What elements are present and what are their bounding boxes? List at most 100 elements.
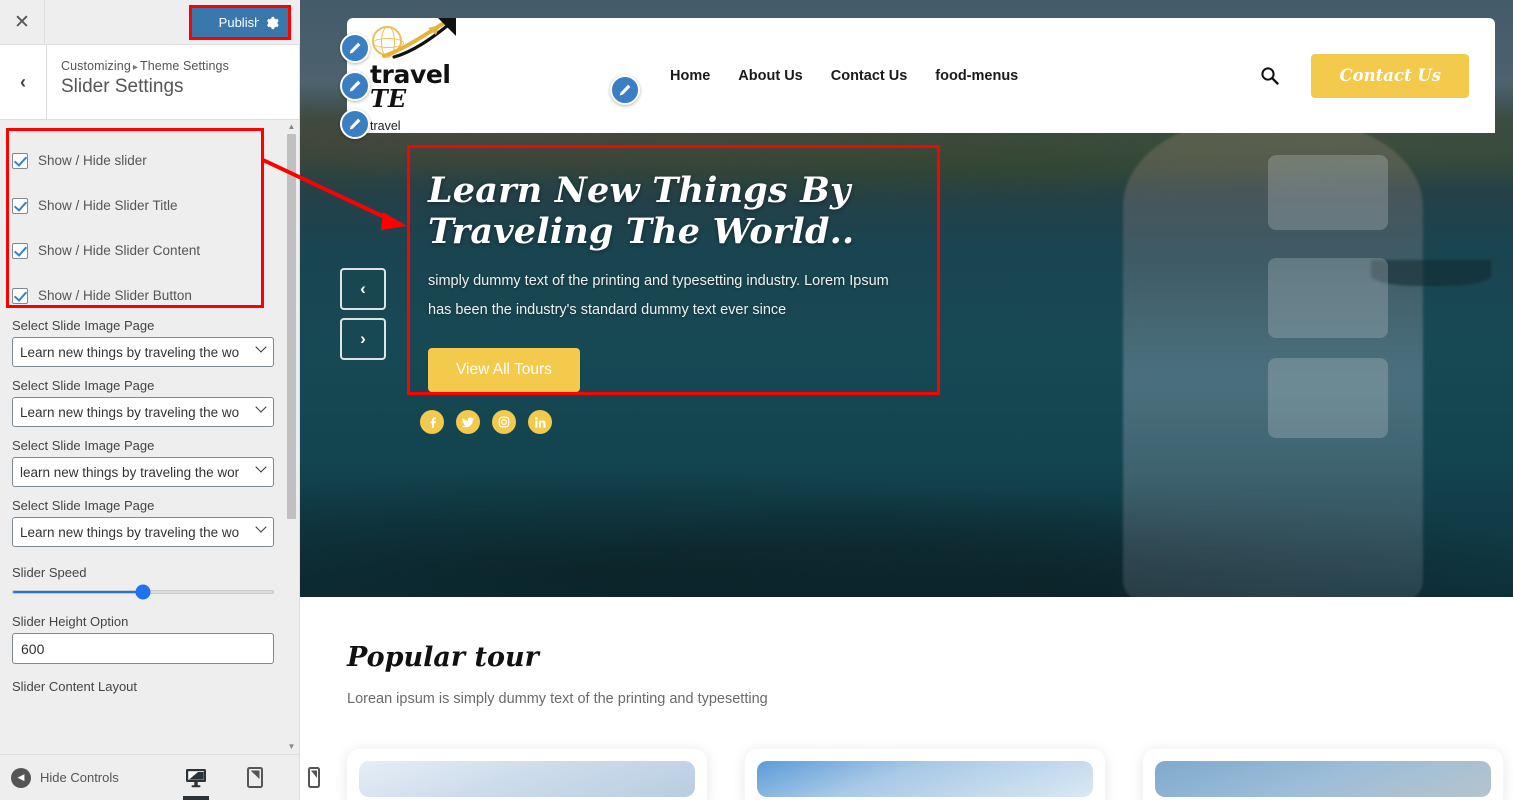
select-slide-image-page-2[interactable]: Learn new things by traveling the wo: [12, 397, 274, 427]
checkbox-label: Show / Hide slider: [38, 153, 147, 168]
section-title: Popular tour: [347, 642, 539, 673]
breadcrumb-current[interactable]: Theme Settings: [140, 59, 229, 73]
select-slide-image-page-3[interactable]: learn new things by traveling the wor: [12, 457, 274, 487]
chevron-down-icon: [255, 521, 267, 533]
panel-titles: Customizing ▸ Theme Settings Slider Settin…: [47, 45, 229, 119]
page-title: Slider Settings: [61, 76, 184, 97]
select-value: Learn new things by traveling the wo: [20, 404, 240, 420]
checkbox-label: Show / Hide Slider Button: [38, 288, 192, 303]
checkbox-show-hide-slider-button[interactable]: [12, 287, 28, 304]
slide-image-page-field-2: Select Slide Image Page Learn new things…: [0, 378, 287, 427]
checkbox-row-show-hide-slider-title[interactable]: Show / Hide Slider Title: [12, 183, 272, 228]
nav-item-contact-us[interactable]: Contact Us: [831, 68, 908, 84]
breadcrumb-separator-icon: ▸: [132, 62, 138, 73]
scroll-up-icon[interactable]: ▲: [287, 122, 296, 131]
visibility-checkbox-group: Show / Hide slider Show / Hide Slider Ti…: [12, 138, 272, 318]
tour-card-image: [359, 761, 695, 797]
slider-height-input[interactable]: [12, 633, 274, 664]
slider-speed-field: Slider Speed: [0, 565, 287, 600]
linkedin-icon[interactable]: [528, 410, 552, 434]
slider-next-button[interactable]: ›: [340, 318, 386, 360]
slide-image-page-field-4: Select Slide Image Page Learn new things…: [0, 498, 287, 547]
hero-social-links: [420, 410, 552, 434]
collapse-icon: ◀: [11, 767, 31, 788]
field-label: Select Slide Image Page: [12, 438, 155, 453]
tour-card[interactable]: [1143, 749, 1503, 800]
edit-pencil-icon-tagline[interactable]: [340, 109, 370, 139]
slide-image-page-field-3: Select Slide Image Page learn new things…: [0, 438, 287, 487]
select-slide-image-page-1[interactable]: Learn new things by traveling the wo: [12, 337, 274, 367]
popular-tour-section: Popular tour Lorean ipsum is simply dumm…: [300, 597, 1513, 800]
tour-card-list: [347, 749, 1503, 800]
field-label: Slider Content Layout: [12, 679, 138, 694]
tour-card-image: [757, 761, 1093, 797]
hero-title-line-2: Traveling The World..: [428, 211, 855, 253]
customizer-controls-panel: Show / Hide slider Show / Hide Slider Ti…: [0, 120, 299, 753]
field-label: Select Slide Image Page: [12, 498, 155, 513]
device-tablet-button[interactable]: [239, 755, 271, 800]
field-label: Select Slide Image Page: [12, 378, 155, 393]
facebook-icon[interactable]: [420, 410, 444, 434]
select-value: Learn new things by traveling the wo: [20, 524, 240, 540]
panel-scrollbar[interactable]: ▲ ▼: [287, 122, 296, 751]
nav-item-about-us[interactable]: About Us: [738, 68, 802, 84]
gear-icon[interactable]: [259, 8, 285, 37]
scrollbar-thumb[interactable]: [287, 134, 296, 519]
logo-artwork: [370, 17, 560, 66]
twitter-icon[interactable]: [456, 410, 480, 434]
controls-scroll-area: Show / Hide slider Show / Hide Slider Ti…: [0, 120, 287, 694]
select-slide-image-page-4[interactable]: Learn new things by traveling the wo: [12, 517, 274, 547]
hero-title-line-1: Learn New Things By: [428, 170, 851, 211]
hero-thumbnail-overlays: [1263, 0, 1513, 597]
tour-card[interactable]: [745, 749, 1105, 800]
hero-thumbnail-1[interactable]: [1268, 155, 1388, 230]
checkbox-row-show-hide-slider-button[interactable]: Show / Hide Slider Button: [12, 273, 272, 318]
slider-height-field: Slider Height Option: [0, 614, 287, 664]
nav-item-food-menus[interactable]: food-menus: [935, 68, 1018, 84]
checkbox-show-hide-slider-content[interactable]: [12, 242, 28, 259]
chevron-down-icon: [255, 401, 267, 413]
customizer-topbar: ✕ Publish: [0, 0, 300, 45]
tour-card-image: [1155, 761, 1491, 797]
device-mobile-button[interactable]: [298, 755, 330, 800]
field-label: Select Slide Image Page: [12, 318, 155, 333]
publish-annotation-box: Publish: [189, 5, 291, 40]
close-customizer-button[interactable]: ✕: [0, 0, 45, 44]
slider-speed-track[interactable]: [12, 584, 274, 600]
logo-tagline: travel: [370, 119, 401, 134]
slider-speed-thumb[interactable]: [135, 584, 151, 600]
hero-thumbnail-2[interactable]: [1268, 258, 1388, 338]
customizer-screen: ✕ Publish ‹ Customizing ▸ Theme Settings S…: [0, 0, 1513, 800]
slider-prev-button[interactable]: ‹: [340, 268, 386, 310]
checkbox-show-hide-slider[interactable]: [12, 152, 28, 169]
checkbox-row-show-hide-slider-content[interactable]: Show / Hide Slider Content: [12, 228, 272, 273]
chevron-down-icon: [255, 461, 267, 473]
edit-pencil-icon-title[interactable]: [340, 71, 370, 101]
device-desktop-button[interactable]: [180, 755, 212, 800]
hero-slider: travel TE travel Home About Us Contact U…: [300, 0, 1513, 597]
edit-pencil-icon-menu[interactable]: [610, 75, 640, 105]
checkbox-row-show-hide-slider[interactable]: Show / Hide slider: [12, 138, 272, 183]
select-value: Learn new things by traveling the wo: [20, 344, 240, 360]
customizer-sidebar: ✕ Publish ‹ Customizing ▸ Theme Settings S…: [0, 0, 320, 800]
checkbox-show-hide-slider-title[interactable]: [12, 197, 28, 214]
customizer-edit-shortcuts: [340, 33, 370, 147]
hero-thumbnail-3[interactable]: [1268, 358, 1388, 438]
field-label: Slider Speed: [12, 565, 87, 580]
slider-navigation-arrows: ‹ ›: [340, 268, 386, 368]
tour-card[interactable]: [347, 749, 707, 800]
nav-item-home[interactable]: Home: [670, 68, 710, 84]
scroll-down-icon[interactable]: ▼: [287, 742, 296, 751]
logo-line-2: TE: [370, 84, 407, 114]
checkbox-label: Show / Hide Slider Title: [38, 198, 178, 213]
breadcrumb-root[interactable]: Customizing: [61, 59, 131, 73]
site-logo[interactable]: travel TE travel: [370, 17, 560, 134]
hero-content-annotation-box: Learn New Things By Traveling The World.…: [407, 145, 940, 395]
field-label: Slider Height Option: [12, 614, 129, 629]
back-button[interactable]: ‹: [0, 45, 47, 119]
hide-controls-button[interactable]: ◀ Hide Controls: [0, 767, 119, 788]
hero-paragraph-line-2: has been the industry's standard dummy t…: [428, 302, 787, 319]
view-all-tours-button[interactable]: View All Tours: [428, 348, 580, 393]
edit-pencil-icon-logo[interactable]: [340, 33, 370, 63]
instagram-icon[interactable]: [492, 410, 516, 434]
